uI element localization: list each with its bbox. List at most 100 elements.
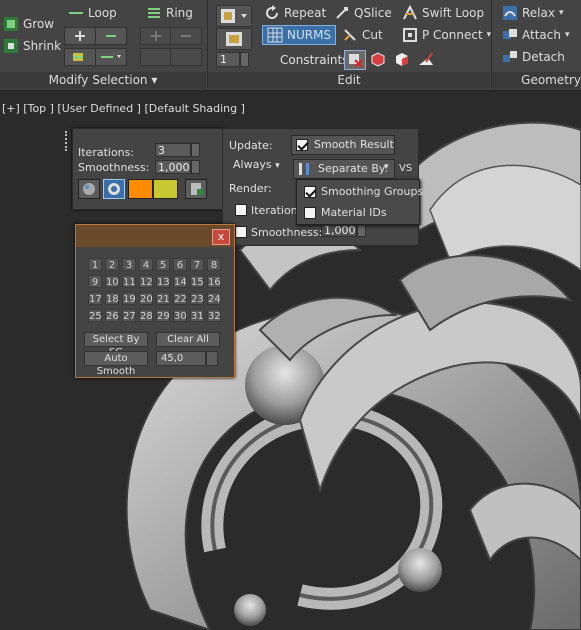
grow-button[interactable]: Grow <box>3 16 54 32</box>
render-smoothness-spinner-arrows[interactable] <box>357 223 366 237</box>
attach-label: Attach <box>522 28 561 42</box>
iterations-spinner-arrows[interactable] <box>191 143 200 157</box>
cut-button[interactable]: Cut <box>342 27 383 43</box>
smoothing-group-8-button[interactable]: 8 <box>207 258 221 271</box>
iterations-spinner[interactable]: 3 <box>155 143 191 157</box>
cage-color-2-swatch[interactable] <box>153 179 178 199</box>
smoothing-group-16-button[interactable]: 16 <box>207 275 221 288</box>
menu-item-material-ids[interactable]: Material IDs <box>299 204 417 222</box>
relax-button[interactable]: Relax ▾ <box>502 5 564 21</box>
ring-grow-button[interactable] <box>140 27 172 45</box>
loop-button[interactable]: Loop <box>68 5 117 21</box>
swift-loop-button[interactable]: Swift Loop <box>402 5 484 21</box>
smoothing-group-3-button[interactable]: 3 <box>122 258 136 271</box>
auto-smooth-button[interactable]: Auto Smooth <box>84 351 148 377</box>
tweak-button[interactable] <box>216 28 252 50</box>
auto-smooth-threshold-spinner[interactable]: 45,0 <box>156 351 206 366</box>
constraint-edge-button[interactable] <box>368 50 388 68</box>
smoothing-group-29-button[interactable]: 29 <box>156 309 170 322</box>
cut-icon <box>344 29 356 41</box>
spinner-arrows[interactable] <box>240 52 249 67</box>
render-smoothness-spinner[interactable]: 1,000 <box>321 223 357 237</box>
smoothing-group-20-button[interactable]: 20 <box>139 292 153 305</box>
minus-icon <box>106 35 116 37</box>
smoothing-group-28-button[interactable]: 28 <box>139 309 153 322</box>
smooth-result-checkbox[interactable] <box>296 139 308 151</box>
update-dropdown[interactable]: Always ▾ <box>233 158 280 171</box>
smoothing-group-19-button[interactable]: 19 <box>122 292 136 305</box>
smoothing-group-11-button[interactable]: 11 <box>122 275 136 288</box>
smoothing-group-12-button[interactable]: 12 <box>139 275 153 288</box>
ring-shrink-button[interactable] <box>170 27 202 45</box>
smoothing-group-32-button[interactable]: 32 <box>207 309 221 322</box>
render-smoothness-checkbox[interactable] <box>235 226 247 238</box>
p-connect-button[interactable]: P Connect ▾ <box>402 27 491 43</box>
smoothing-group-30-button[interactable]: 30 <box>173 309 187 322</box>
smoothing-group-18-button[interactable]: 18 <box>105 292 119 305</box>
smoothing-group-27-button[interactable]: 27 <box>122 309 136 322</box>
smooth-result-toggle[interactable]: Smooth Result <box>291 135 395 155</box>
smoothing-group-14-button[interactable]: 14 <box>173 275 187 288</box>
smoothing-group-2-button[interactable]: 2 <box>105 258 119 271</box>
smoothing-group-15-button[interactable]: 15 <box>190 275 204 288</box>
show-cage-button[interactable] <box>103 179 125 199</box>
smoothing-group-5-button[interactable]: 5 <box>156 258 170 271</box>
threshold-spinner-arrows[interactable] <box>206 351 218 366</box>
caddy-grip[interactable] <box>65 131 71 151</box>
nurms-button[interactable]: NURMS <box>262 25 337 45</box>
select-by-sg-button[interactable]: Select By SG <box>84 332 148 358</box>
smoothing-group-22-button[interactable]: 22 <box>173 292 187 305</box>
smoothing-group-23-button[interactable]: 23 <box>190 292 204 305</box>
ring-button[interactable]: Ring <box>146 5 193 21</box>
loop-options-button[interactable] <box>64 48 96 66</box>
edit-panel-title[interactable]: Edit <box>208 72 490 89</box>
smoothing-group-7-button[interactable]: 7 <box>190 258 204 271</box>
menu-item-smoothing-groups[interactable]: Smoothing Groups <box>299 183 423 201</box>
smoothing-group-6-button[interactable]: 6 <box>173 258 187 271</box>
separate-by-dropdown[interactable]: Separate By: ▾ <box>293 159 395 179</box>
constraint-face-button[interactable] <box>392 50 412 68</box>
smoothing-groups-checkbox[interactable] <box>304 186 316 198</box>
clear-all-button[interactable]: Clear All <box>156 332 220 347</box>
attach-button[interactable]: Attach ▾ <box>502 27 570 43</box>
close-button[interactable]: x <box>212 229 230 245</box>
smoothing-group-31-button[interactable]: 31 <box>190 309 204 322</box>
detach-icon <box>503 51 517 62</box>
shrink-button[interactable]: Shrink <box>3 38 61 54</box>
dialog-title-bar[interactable] <box>76 225 234 247</box>
nurms-label: NURMS <box>287 28 332 42</box>
smoothing-group-4-button[interactable]: 4 <box>139 258 153 271</box>
repeat-button[interactable]: Repeat <box>264 5 326 21</box>
render-iterations-checkbox[interactable] <box>235 204 247 216</box>
smoothing-group-25-button[interactable]: 25 <box>88 309 102 322</box>
smoothing-group-9-button[interactable]: 9 <box>88 275 102 288</box>
isoline-display-button[interactable] <box>78 179 100 199</box>
ring-options-button[interactable] <box>140 48 172 66</box>
qslice-button[interactable]: QSlice <box>334 5 392 21</box>
smoothing-group-1-button[interactable]: 1 <box>88 258 102 271</box>
loop-grow-button[interactable] <box>64 27 96 45</box>
smoothness-spinner[interactable]: 1,000 <box>155 160 191 174</box>
constraint-none-button[interactable] <box>344 50 366 70</box>
smoothing-group-26-button[interactable]: 26 <box>105 309 119 322</box>
loop-shrink-button[interactable] <box>95 27 127 45</box>
viewport-label[interactable]: [+] [Top ] [User Defined ] [Default Shad… <box>2 102 245 115</box>
geometry-panel-title[interactable]: Geometry <box>492 72 581 89</box>
material-ids-checkbox[interactable] <box>304 207 316 219</box>
smoothing-group-17-button[interactable]: 17 <box>88 292 102 305</box>
preserve-uvs-button[interactable] <box>216 5 252 27</box>
smoothing-group-21-button[interactable]: 21 <box>156 292 170 305</box>
constraint-normal-button[interactable] <box>416 50 436 68</box>
smoothing-group-24-button[interactable]: 24 <box>207 292 221 305</box>
smoothing-group-13-button[interactable]: 13 <box>156 275 170 288</box>
p-connect-icon <box>403 28 417 42</box>
smoothing-group-10-button[interactable]: 10 <box>105 275 119 288</box>
detach-button[interactable]: Detach <box>502 49 565 65</box>
smoothness-spinner-arrows[interactable] <box>191 160 200 174</box>
modify-selection-panel-title[interactable]: Modify Selection ▾ <box>0 72 206 89</box>
cage-color-1-swatch[interactable] <box>128 179 153 199</box>
ring-mode-button[interactable] <box>170 48 202 66</box>
settings-button[interactable] <box>185 179 207 199</box>
repeat-spinner[interactable]: 1 <box>216 52 240 67</box>
loop-mode-dropdown[interactable] <box>95 48 127 66</box>
